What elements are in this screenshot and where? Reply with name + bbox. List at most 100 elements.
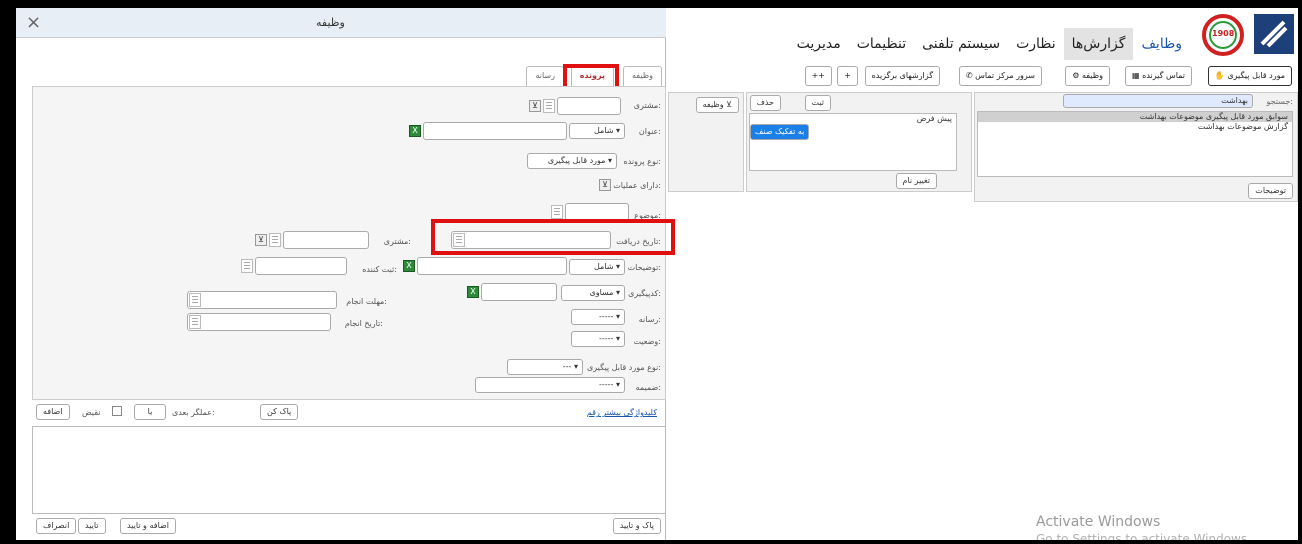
close-icon[interactable]: × — [26, 12, 41, 33]
excel-icon[interactable]: X — [467, 286, 479, 298]
attachment-label: ضمیمه: — [635, 383, 661, 392]
list-item[interactable]: پیش فرض — [750, 114, 956, 124]
menu-settings[interactable]: تنظیمات — [849, 28, 914, 60]
filter-icon[interactable]: ⊻ — [255, 234, 267, 246]
register-button[interactable]: ثبت — [804, 95, 831, 111]
customer2-input[interactable] — [283, 231, 369, 249]
excel-icon[interactable]: X — [403, 260, 415, 272]
recipient-contact-button[interactable]: ▦ تماس گیرنده — [1125, 66, 1192, 86]
task-dialog: × وظیفه وظیفه پرونده رسانه مشتری: ⊻ عنوا… — [16, 8, 675, 540]
add-condition-button[interactable]: اضافه — [36, 404, 70, 420]
description-operator-select[interactable]: شامل ▾ — [569, 259, 625, 275]
clear-confirm-button[interactable]: پاک و تایید — [612, 518, 661, 534]
list-icon[interactable] — [543, 99, 555, 113]
media-label: رسانه: — [638, 315, 661, 324]
task-button[interactable]: ⚙ وظیفه — [1065, 66, 1110, 86]
description-button[interactable]: توضیحات — [1248, 183, 1293, 199]
coding-operator-select[interactable]: مساوی ▾ — [561, 285, 625, 301]
filter-icon[interactable]: ⊻ — [599, 179, 611, 191]
dialog-titlebar: × وظیفه — [16, 8, 666, 38]
delete-button[interactable]: حذف — [749, 95, 781, 111]
title-input[interactable] — [423, 122, 567, 140]
logo-number: 1908 — [1212, 29, 1235, 38]
search-input[interactable]: بهداشت — [1063, 94, 1253, 108]
saved-filters-pane: ثبت حذف پیش فرض به تفکیک صنف تغییر نام — [746, 92, 972, 192]
done-date-input[interactable] — [187, 313, 331, 331]
case-type-select[interactable]: مورد قابل پیگیری ▾ — [527, 153, 617, 169]
followup-type-select[interactable]: --- ▾ — [507, 359, 583, 375]
followup-item-button[interactable]: ✋ مورد قابل پیگیری — [1207, 66, 1292, 86]
media-select[interactable]: ----- ▾ — [571, 309, 625, 325]
contact-icon: ▦ — [1132, 71, 1143, 80]
calendar-icon[interactable] — [189, 315, 201, 329]
deadline-label: مهلت انجام: — [346, 297, 387, 306]
task-filter-button[interactable]: وظیفه ⊻ — [695, 97, 739, 113]
filter-icon[interactable]: ⊻ — [529, 100, 541, 112]
negation-label: نقیض — [82, 408, 101, 417]
title-operator-select[interactable]: شامل ▾ — [569, 123, 625, 139]
list-item[interactable]: سوابق مورد قابل پیگیری موضوعات بهداشت — [978, 112, 1292, 122]
followup-type-value: --- — [562, 362, 572, 371]
list-item[interactable]: گزارش موضوعات بهداشت — [978, 122, 1292, 132]
clear-button[interactable]: پاک کن — [260, 404, 299, 420]
activate-windows-watermark: Activate Windows — [1036, 514, 1161, 530]
top-bar: 1908 وظایف گزارش‌ها نظارت سیستم تلفنی تن… — [666, 8, 1298, 64]
search-pane: جستجو: بهداشت سوابق مورد قابل پیگیری موض… — [974, 92, 1298, 202]
menu-management[interactable]: مدیریت — [789, 28, 849, 60]
saved-filters-list[interactable]: پیش فرض به تفکیک صنف — [749, 113, 957, 171]
conditions-textarea[interactable] — [32, 426, 666, 514]
status-label: وضعیت: — [633, 337, 662, 346]
activate-windows-hint: Go to Settings to activate Windows. — [1036, 532, 1251, 540]
coding-label: کدپیگیری: — [628, 289, 661, 298]
list-icon[interactable] — [241, 259, 253, 273]
attachment-select[interactable]: ----- ▾ — [475, 377, 625, 393]
list-item[interactable]: به تفکیک صنف — [750, 124, 810, 140]
favorite-reports-button[interactable]: گزارشهای برگزیده — [864, 66, 940, 86]
customer-input[interactable] — [557, 97, 621, 115]
confirm-button[interactable]: تایید — [78, 518, 106, 534]
search-results-list[interactable]: سوابق مورد قابل پیگیری موضوعات بهداشت گز… — [977, 111, 1293, 177]
list-icon[interactable] — [269, 233, 281, 247]
attachment-value: ----- — [599, 380, 614, 389]
menu-reports[interactable]: گزارش‌ها — [1063, 28, 1134, 60]
add-all-button[interactable]: ++ — [804, 66, 832, 86]
tab-media[interactable]: رسانه — [526, 66, 564, 86]
or-select[interactable]: یا — [134, 404, 166, 420]
has-operations-label: دارای عملیات: — [613, 181, 661, 190]
customer-label: مشتری: — [633, 101, 661, 110]
highlight-receive-date — [431, 219, 675, 255]
coding-operator-value: مساوی — [589, 288, 614, 297]
dialog-title: وظیفه — [316, 16, 345, 29]
cancel-button[interactable]: انصراف — [36, 518, 77, 534]
menu-tasks[interactable]: وظایف — [1133, 28, 1190, 60]
recipient-contact-label: تماس گیرنده — [1142, 71, 1185, 80]
more-keywords-link[interactable]: کلیدواژگی بیشتر رقم — [587, 408, 657, 417]
status-select[interactable]: ----- ▾ — [571, 331, 625, 347]
status-value: ----- — [599, 334, 614, 343]
add-button[interactable]: + — [837, 66, 858, 86]
gear-icon: ⚙ — [1072, 71, 1083, 80]
rename-button[interactable]: تغییر نام — [895, 173, 937, 189]
registrar-label: ثبت کننده: — [362, 265, 397, 274]
customer2-label: مشتری: — [383, 237, 411, 246]
description-input[interactable] — [417, 257, 567, 275]
list-icon[interactable] — [551, 205, 563, 219]
description-operator-value: شامل — [593, 262, 614, 271]
calendar-icon[interactable] — [189, 293, 201, 307]
filter-icon: ⊻ — [726, 100, 732, 109]
media-value: ----- — [599, 312, 614, 321]
deadline-input[interactable] — [187, 291, 337, 309]
org-logo-icon: 1908 — [1198, 12, 1248, 58]
excel-icon[interactable]: X — [409, 125, 421, 137]
task-filter-label: وظیفه — [702, 100, 724, 109]
negation-checkbox[interactable] — [112, 406, 122, 416]
add-confirm-button[interactable]: اضافه و تایید — [120, 518, 177, 534]
call-center-server-button[interactable]: ✆ سرور مرکز تماس — [958, 66, 1042, 86]
followup-item-label: مورد قابل پیگیری — [1227, 71, 1285, 80]
menu-supervision[interactable]: نظارت — [1008, 28, 1064, 60]
coding-input[interactable] — [481, 283, 557, 301]
menu-phone-system[interactable]: سیستم تلفنی — [914, 28, 1008, 60]
task-filter-pane: وظیفه ⊻ — [668, 92, 744, 192]
tab-task[interactable]: وظیفه — [623, 66, 662, 86]
registrar-input[interactable] — [255, 257, 347, 275]
